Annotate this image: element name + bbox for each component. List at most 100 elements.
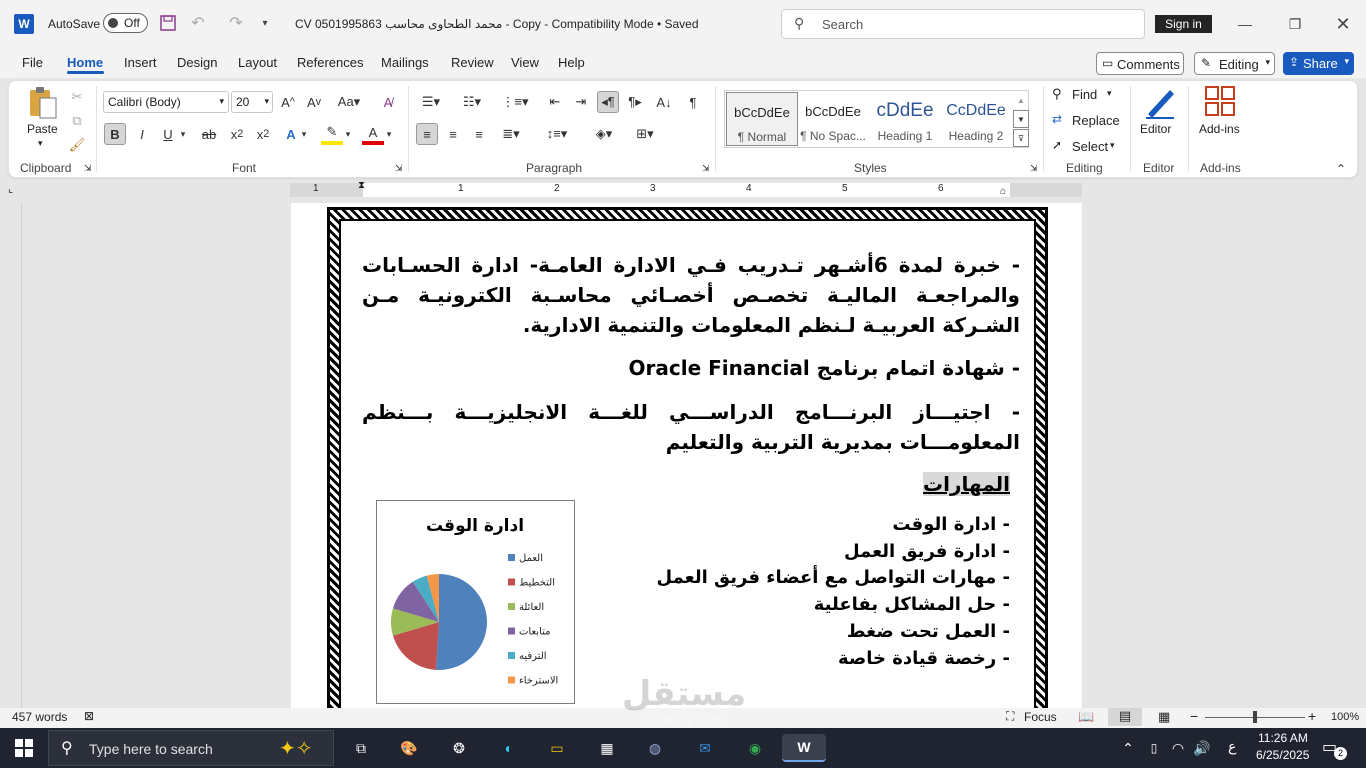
increase-indent-icon[interactable]: ⇥	[570, 91, 592, 113]
sort-icon[interactable]: A↓	[653, 91, 675, 113]
shading-icon[interactable]: ◈▾	[587, 123, 621, 145]
clock-time[interactable]: 11:26 AM	[1258, 731, 1308, 745]
superscript-icon[interactable]: x2	[252, 123, 274, 145]
tab-layout[interactable]: Layout	[238, 55, 277, 70]
maximize-icon[interactable]: ❐	[1280, 12, 1310, 36]
zoom-slider[interactable]	[1205, 711, 1305, 723]
borders-icon[interactable]: ⊞▾	[628, 123, 662, 145]
app-icon[interactable]: ◍	[640, 734, 670, 762]
font-color-options-icon[interactable]: ▾	[383, 123, 395, 145]
cut-icon[interactable]: ✂	[66, 86, 88, 108]
read-mode-icon[interactable]: 📖	[1078, 709, 1094, 725]
undo-icon[interactable]: ↶	[188, 13, 208, 33]
file-explorer-icon[interactable]: ▭	[542, 734, 572, 762]
print-layout-icon[interactable]: ▤	[1108, 708, 1142, 726]
styles-scroll-up-icon[interactable]: ▲	[1013, 91, 1029, 109]
word-taskbar-icon[interactable]: W	[782, 734, 826, 762]
ltr-direction-icon[interactable]: ¶▸	[624, 91, 646, 113]
skill-item[interactable]: - ادارة الوقت	[600, 512, 1010, 538]
font-family-select[interactable]: Calibri (Body) ▾	[103, 91, 229, 113]
style-normal[interactable]: bCcDdEe ¶ Normal	[726, 92, 798, 146]
tab-mailings[interactable]: Mailings	[381, 55, 429, 70]
styles-scroll-down-icon[interactable]: ▼	[1013, 110, 1029, 128]
skill-item[interactable]: - ادارة فريق العمل	[600, 539, 1010, 565]
rtl-direction-icon[interactable]: ◂¶	[597, 91, 619, 113]
autosave-toggle[interactable]: Off	[103, 13, 148, 33]
style-no-spacing[interactable]: bCcDdEe ¶ No Spac...	[797, 92, 869, 146]
italic-icon[interactable]: I	[131, 123, 153, 145]
device-icon[interactable]: ▯	[1142, 734, 1166, 762]
calculator-icon[interactable]: ▦	[592, 734, 622, 762]
tab-selector-icon[interactable]: ⌞	[8, 182, 13, 195]
tab-help[interactable]: Help	[558, 55, 585, 70]
tab-review[interactable]: Review	[451, 55, 494, 70]
language-indicator[interactable]: ع	[1228, 738, 1236, 755]
tab-file[interactable]: File	[22, 55, 43, 70]
dialog-launcher-icon[interactable]: ⇲	[1030, 163, 1038, 174]
web-layout-icon[interactable]: ▦	[1158, 709, 1170, 725]
tab-design[interactable]: Design	[177, 55, 217, 70]
skill-item[interactable]: - حل المشاكل بفاعلية	[600, 592, 1010, 618]
line-spacing-icon[interactable]: ↕≡▾	[540, 123, 574, 145]
addins-button[interactable]: Add-ins	[1197, 84, 1243, 140]
redo-icon[interactable]: ↷	[226, 13, 246, 33]
tab-references[interactable]: References	[297, 55, 363, 70]
dialog-launcher-icon[interactable]: ⇲	[84, 163, 92, 174]
tab-view[interactable]: View	[511, 55, 539, 70]
style-heading-1[interactable]: cDdEe Heading 1	[869, 92, 941, 146]
justify-icon[interactable]: ≣▾	[496, 123, 526, 145]
styles-more-icon[interactable]: ⊽	[1013, 129, 1029, 147]
outlook-icon[interactable]: ✉	[690, 734, 720, 762]
notification-button[interactable]: ▭ 2	[1322, 737, 1348, 761]
shrink-font-icon[interactable]: Av	[303, 91, 325, 113]
certificate-paragraph[interactable]: - شهادة اتمام برنامج Oracle Financial	[362, 353, 1020, 383]
save-icon[interactable]	[158, 13, 178, 33]
pie-chart-box[interactable]: ادارة الوقت العمل التخطيط العائلة متابعات ال…	[376, 500, 575, 704]
find-button[interactable]: ⚲ Find ▾	[1052, 86, 1118, 104]
select-button[interactable]: ➚ Select ▾	[1052, 138, 1118, 156]
chrome-icon[interactable]: ◉	[740, 734, 770, 762]
underline-options-icon[interactable]: ▾	[177, 123, 189, 145]
bold-icon[interactable]: B	[104, 123, 126, 145]
focus-button[interactable]: ⛶ Focus	[1006, 709, 1058, 725]
right-indent-marker-icon[interactable]: ⌂	[1000, 186, 1006, 197]
task-view-icon[interactable]: ⧉	[346, 734, 376, 762]
dialog-launcher-icon[interactable]: ⇲	[702, 163, 710, 174]
align-right-icon[interactable]: ≡	[468, 123, 490, 145]
minimize-icon[interactable]: —	[1230, 12, 1260, 36]
copy-icon[interactable]: ⧉	[66, 110, 88, 132]
edge-icon[interactable]: ◐	[494, 734, 524, 762]
paste-button[interactable]: Paste ▾	[24, 86, 60, 150]
bullets-icon[interactable]: ☰▾	[416, 91, 446, 113]
font-size-select[interactable]: 20 ▾	[231, 91, 273, 113]
chatgpt-icon[interactable]: ❂	[444, 734, 474, 762]
align-left-icon[interactable]: ≡	[416, 123, 438, 145]
font-color-icon[interactable]: A	[362, 123, 384, 145]
subscript-icon[interactable]: x2	[226, 123, 248, 145]
multilevel-list-icon[interactable]: ⋮≡▾	[500, 91, 530, 113]
english-course-paragraph[interactable]: - اجتيـــاز البرنـــامج الدراســـي للغــ…	[362, 397, 1020, 457]
format-painter-icon[interactable]: 🖌	[66, 134, 88, 156]
show-marks-icon[interactable]: ¶	[682, 91, 704, 113]
text-effects-options-icon[interactable]: ▾	[298, 123, 310, 145]
skill-item[interactable]: - العمل تحت ضغط	[600, 619, 1010, 645]
proofing-icon[interactable]: ⊠	[84, 709, 94, 723]
experience-paragraph[interactable]: - خبرة لمدة 6أشـهر تـدريب فـي الادارة ال…	[362, 250, 1020, 340]
strikethrough-icon[interactable]: ab	[198, 123, 220, 145]
close-icon[interactable]: ✕	[1328, 12, 1358, 36]
zoom-level[interactable]: 100%	[1331, 711, 1359, 723]
vertical-ruler[interactable]	[0, 203, 22, 708]
skills-heading[interactable]: المهارات	[820, 469, 1010, 499]
comments-button[interactable]: ▭ Comments	[1096, 52, 1184, 75]
signin-button[interactable]: Sign in	[1155, 15, 1212, 33]
search-box[interactable]: ⚲ Search	[781, 9, 1145, 39]
grow-font-icon[interactable]: A ^	[277, 91, 299, 113]
horizontal-ruler[interactable]: ⌞ 1 1 2 3 4 5 6 ⧗ ⌂	[0, 180, 1366, 202]
numbering-icon[interactable]: ☷▾	[457, 91, 487, 113]
chevron-up-icon[interactable]: ⌃	[1116, 734, 1140, 762]
skill-item[interactable]: - رخصة قيادة خاصة	[600, 646, 1010, 672]
highlight-color-icon[interactable]: ✎	[321, 123, 343, 145]
document-title[interactable]: CV 0501995863 محمد الطحاوى محاسب - Copy …	[295, 17, 699, 31]
underline-icon[interactable]: U	[157, 123, 179, 145]
align-center-icon[interactable]: ≡	[442, 123, 464, 145]
